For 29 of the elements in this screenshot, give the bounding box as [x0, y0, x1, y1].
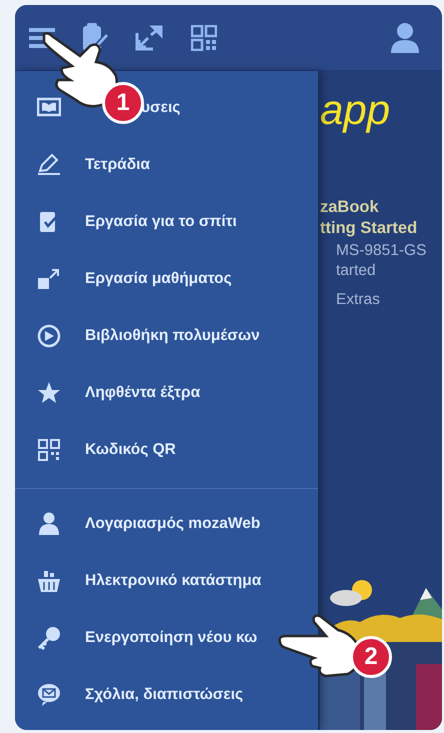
menu-item[interactable]: υσεις — [141, 98, 180, 116]
menu-item[interactable]: Ηλεκτρονικό κατάστημα — [85, 572, 262, 590]
mail-icon — [37, 682, 61, 706]
menu-item[interactable]: Ενεργοποίηση νέου κω — [85, 628, 258, 646]
pencil-icon — [37, 152, 61, 176]
menu-item[interactable]: Ληφθέντα έξτρα — [85, 384, 200, 402]
menu-item[interactable]: Βιβλιοθήκη πολυμέσων — [85, 326, 260, 344]
qr-icon — [37, 438, 61, 462]
menu-item[interactable]: Σχόλια, διαπιστώσεις — [85, 686, 244, 704]
menu-item[interactable]: Εργασία μαθήματος — [85, 270, 232, 288]
book-title: zaBook — [320, 197, 380, 218]
menu-item[interactable]: Τετράδια — [85, 156, 150, 174]
arrows-icon — [37, 266, 61, 290]
key-icon — [37, 626, 61, 650]
expand-arrows-icon[interactable] — [135, 24, 165, 50]
user-icon — [37, 512, 61, 536]
qr-code-icon[interactable] — [191, 24, 217, 50]
book-subtitle: MS-9851-GS — [335, 241, 428, 261]
extras-label: Extras — [335, 291, 381, 309]
menu-item[interactable]: Λογαριασμός mozaWeb — [85, 514, 260, 532]
star-icon — [37, 380, 61, 404]
book-subtitle: tarted — [335, 261, 377, 281]
book-icon — [37, 96, 61, 120]
menu-item[interactable]: Κωδικός QR — [85, 440, 176, 458]
app-logo: app — [320, 89, 392, 131]
menu-item[interactable]: Εργασία για το σπίτι — [85, 212, 237, 230]
book-title: tting Started — [320, 218, 418, 239]
user-icon[interactable] — [390, 22, 420, 54]
basket-icon — [37, 568, 61, 592]
